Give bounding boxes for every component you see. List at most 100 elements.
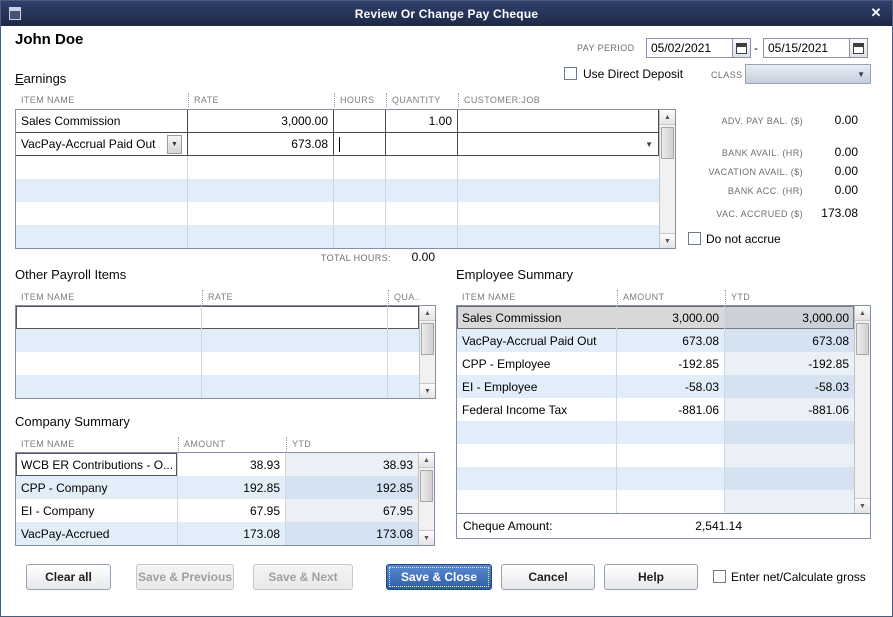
use-direct-deposit-checkbox[interactable] [564,67,577,80]
amount-cell[interactable] [617,490,725,513]
scroll-down-icon[interactable]: ▼ [855,498,870,513]
item-name-cell[interactable] [457,467,617,490]
amount-cell[interactable] [617,421,725,444]
calendar-icon[interactable] [849,39,867,57]
cancel-button[interactable]: Cancel [501,564,595,590]
employee-summary-row[interactable]: CPP - Employee -192.85 -192.85 [457,352,854,375]
item-name-cell[interactable] [16,329,202,352]
other-payroll-empty-row[interactable] [16,375,419,398]
rate-cell[interactable]: 673.08 [188,133,334,156]
item-name-cell[interactable] [457,421,617,444]
save-previous-button[interactable]: Save & Previous [136,564,234,590]
item-name-cell[interactable]: Sales Commission [457,306,617,329]
item-name-cell[interactable] [457,490,617,513]
item-name-cell[interactable] [16,202,188,225]
amount-cell[interactable]: 38.93 [178,453,286,476]
scroll-down-icon[interactable]: ▼ [420,383,435,398]
employee-summary-empty-row[interactable] [457,467,854,490]
other-payroll-empty-row[interactable] [16,329,419,352]
scroll-down-icon[interactable]: ▼ [419,530,434,545]
do-not-accrue-checkbox[interactable] [688,232,701,245]
item-name-cell[interactable]: Sales Commission [16,110,188,133]
item-dropdown-icon[interactable]: ▼ [167,135,182,154]
chevron-down-icon[interactable]: ▼ [645,140,653,149]
amount-cell[interactable]: 67.95 [178,499,286,522]
rate-cell[interactable] [188,225,334,248]
scrollbar-thumb[interactable] [421,323,434,355]
calendar-icon[interactable] [732,39,750,57]
close-icon[interactable]: ✕ [867,4,885,22]
item-name-cell[interactable] [16,375,202,398]
customer-job-cell[interactable] [458,156,659,179]
scroll-up-icon[interactable]: ▲ [419,453,434,468]
other-payroll-row[interactable] [16,306,419,329]
rate-cell[interactable] [188,179,334,202]
pay-period-end-field[interactable]: 05/15/2021 [763,38,868,58]
rate-cell[interactable]: 3,000.00 [188,110,334,133]
item-name-cell[interactable]: EI - Employee [457,375,617,398]
amount-cell[interactable] [617,467,725,490]
amount-cell[interactable]: -58.03 [617,375,725,398]
amount-cell[interactable]: 3,000.00 [617,306,725,329]
customer-job-cell[interactable] [458,110,659,133]
item-name-cell[interactable] [16,225,188,248]
other-payroll-empty-row[interactable] [16,352,419,375]
customer-job-cell[interactable] [458,225,659,248]
scrollbar-track[interactable] [855,321,870,498]
amount-cell[interactable]: -881.06 [617,398,725,421]
enter-net-checkbox[interactable] [713,570,726,583]
rate-cell[interactable] [202,375,388,398]
earnings-empty-row[interactable] [16,202,659,225]
scrollbar-thumb[interactable] [856,323,869,355]
scrollbar-track[interactable] [420,321,435,383]
help-button[interactable]: Help [604,564,698,590]
earnings-row[interactable]: VacPay-Accrual Paid Out▼ 673.08 ▼ [16,133,659,156]
quantity-cell[interactable] [386,202,458,225]
rate-cell[interactable] [188,202,334,225]
company-summary-row[interactable]: VacPay-Accrued 173.08 173.08 [16,522,418,545]
rate-cell[interactable] [202,352,388,375]
item-name-cell[interactable]: EI - Company [16,499,178,522]
employee-summary-row[interactable]: Federal Income Tax -881.06 -881.06 [457,398,854,421]
amount-cell[interactable]: 673.08 [617,329,725,352]
item-name-cell[interactable]: VacPay-Accrual Paid Out▼ [16,133,188,156]
item-name-cell[interactable] [16,156,188,179]
item-name-cell[interactable]: VacPay-Accrued [16,522,178,545]
employee-summary-empty-row[interactable] [457,490,854,513]
pay-period-start-value[interactable]: 05/02/2021 [647,41,732,55]
save-close-button[interactable]: Save & Close [386,564,492,590]
quantity-cell[interactable] [386,133,458,156]
quantity-cell[interactable] [388,329,419,352]
scroll-down-icon[interactable]: ▼ [660,233,675,248]
quantity-cell[interactable] [388,306,419,329]
pay-period-start-field[interactable]: 05/02/2021 [646,38,751,58]
clear-all-button[interactable]: Clear all [26,564,111,590]
customer-job-cell[interactable] [458,202,659,225]
item-name-cell[interactable] [457,444,617,467]
company-summary-row[interactable]: CPP - Company 192.85 192.85 [16,476,418,499]
rate-cell[interactable] [202,329,388,352]
item-name-cell[interactable] [16,352,202,375]
other-payroll-scrollbar[interactable]: ▲ ▼ [419,306,435,398]
employee-summary-row[interactable]: Sales Commission 3,000.00 3,000.00 [457,306,854,329]
employee-summary-row[interactable]: EI - Employee -58.03 -58.03 [457,375,854,398]
scrollbar-track[interactable] [419,468,434,530]
quantity-cell[interactable] [386,179,458,202]
amount-cell[interactable]: 192.85 [178,476,286,499]
hours-cell[interactable] [334,179,386,202]
customer-job-cell[interactable]: ▼ [458,133,659,156]
item-name-cell[interactable]: VacPay-Accrual Paid Out [457,329,617,352]
amount-cell[interactable]: 173.08 [178,522,286,545]
earnings-scrollbar[interactable]: ▲ ▼ [659,110,675,248]
quantity-cell[interactable] [388,352,419,375]
item-name-cell[interactable] [16,306,202,329]
hours-cell[interactable] [334,133,386,156]
company-summary-row[interactable]: WCB ER Contributions - O... 38.93 38.93 [16,453,418,476]
company-summary-row[interactable]: EI - Company 67.95 67.95 [16,499,418,522]
item-name-cell[interactable]: CPP - Company [16,476,178,499]
amount-cell[interactable]: -192.85 [617,352,725,375]
earnings-row[interactable]: Sales Commission 3,000.00 1.00 [16,110,659,133]
amount-cell[interactable] [617,444,725,467]
rate-cell[interactable] [188,156,334,179]
hours-cell[interactable] [334,110,386,133]
